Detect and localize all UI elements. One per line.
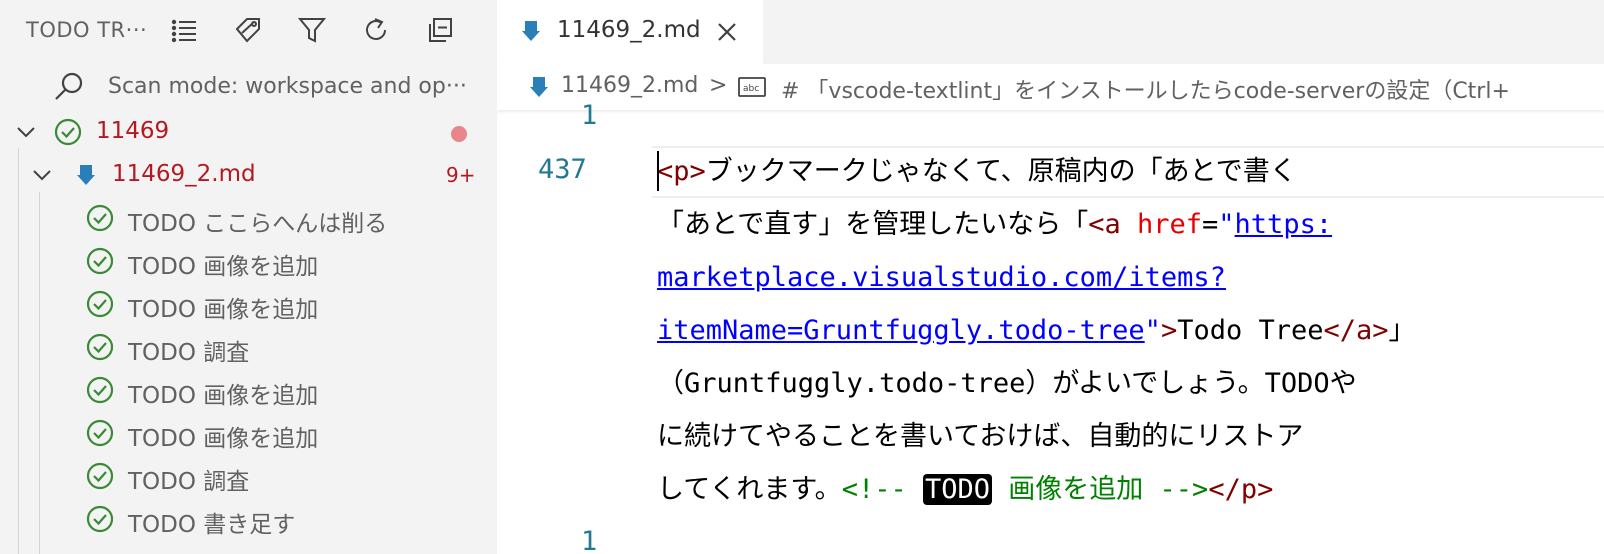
todo-item[interactable]: TODO ここらへんは削る bbox=[0, 196, 497, 240]
todo-label: TODO 画像を追加 bbox=[128, 254, 319, 280]
html-tag: </p> bbox=[1208, 474, 1274, 505]
code-punct: " bbox=[1144, 315, 1161, 346]
code-text: （Gruntfuggly.todo-tree）がよいでしょう。TODOや bbox=[657, 368, 1357, 399]
filter-icon[interactable] bbox=[294, 12, 330, 48]
markdown-file-icon bbox=[77, 165, 95, 185]
code-text: してくれます。 bbox=[657, 474, 842, 505]
code-link[interactable]: itemName=Gruntfuggly.todo-tree bbox=[657, 315, 1145, 346]
todo-item[interactable]: TODO 調査 bbox=[0, 454, 497, 498]
code-line: itemName=Gruntfuggly.todo-tree">Todo Tre… bbox=[657, 304, 1604, 357]
html-tag: > bbox=[1160, 315, 1178, 346]
breadcrumb-file[interactable]: 11469_2.md bbox=[561, 73, 698, 98]
check-circle-icon bbox=[86, 247, 114, 275]
tab-label: 11469_2.md bbox=[557, 17, 701, 43]
markdown-file-icon bbox=[530, 77, 548, 97]
tree-file-11469_2-md[interactable]: 11469_2.md 9+ bbox=[0, 153, 497, 197]
check-circle-icon bbox=[86, 290, 114, 318]
chevron-down-icon bbox=[33, 170, 51, 181]
close-icon[interactable] bbox=[715, 20, 739, 44]
line-number-partial: 1 bbox=[581, 100, 598, 131]
todo-count-badge: 9+ bbox=[446, 163, 476, 187]
todo-item[interactable]: TODO 画像を追加 bbox=[0, 368, 497, 412]
todo-item[interactable]: TODO 画像を追加 bbox=[0, 411, 497, 455]
code-line: （Gruntfuggly.todo-tree）がよいでしょう。TODOや bbox=[657, 357, 1604, 410]
scan-mode-row[interactable]: Scan mode: workspace and op··· bbox=[0, 66, 497, 108]
chevron-down-icon bbox=[17, 127, 35, 138]
code-link[interactable]: marketplace.visualstudio.com/items? bbox=[657, 262, 1226, 293]
todo-tree-sidebar: TODO TR··· Scan mode: workspace and op··… bbox=[0, 0, 497, 554]
check-circle-icon bbox=[86, 505, 114, 533]
editor-area: 11469_2.md 11469_2.md > abc # 「vscode-te… bbox=[497, 0, 1604, 554]
todo-item[interactable]: TODO 画像を追加 bbox=[0, 282, 497, 326]
todo-label: TODO 画像を追加 bbox=[128, 426, 319, 452]
todo-label: TODO 調査 bbox=[128, 469, 250, 495]
code-punct: " bbox=[1218, 209, 1235, 240]
refresh-icon[interactable] bbox=[358, 12, 394, 48]
markdown-file-icon bbox=[522, 21, 540, 41]
code-text: Todo Tree bbox=[1177, 315, 1324, 346]
todo-label: TODO 画像を追加 bbox=[128, 383, 319, 409]
code-block[interactable]: <p>ブックマークじゃなくて、原稿内の「あとで書く 「あとで直す」を管理したいな… bbox=[657, 145, 1604, 516]
code-line: 「あとで直す」を管理したいなら「<a href="https: bbox=[657, 198, 1604, 251]
check-circle-icon bbox=[86, 376, 114, 404]
code-punct: = bbox=[1202, 209, 1219, 240]
html-tag: </a> bbox=[1323, 315, 1389, 346]
file-label: 11469_2.md bbox=[112, 161, 256, 187]
line-number-partial: 1 bbox=[581, 526, 598, 554]
code-text: 「あとで直す」を管理したいなら「 bbox=[657, 209, 1089, 240]
html-comment: <!-- bbox=[841, 474, 907, 505]
scan-mode-text: Scan mode: workspace and op··· bbox=[108, 74, 467, 99]
code-text: に続けてやることを書いておけば、自動的にリストア bbox=[657, 421, 1304, 452]
string-symbol-icon: abc bbox=[738, 77, 766, 97]
folder-label: 11469 bbox=[96, 118, 170, 144]
todo-label: TODO 書き足す bbox=[128, 512, 296, 538]
check-circle-icon bbox=[86, 462, 114, 490]
todo-tree-header: TODO TR··· bbox=[0, 0, 497, 60]
tag-icon[interactable] bbox=[230, 12, 266, 48]
todo-label: TODO 調査 bbox=[128, 340, 250, 366]
tab-11469_2-md[interactable]: 11469_2.md bbox=[497, 0, 763, 64]
panel-title: TODO TR··· bbox=[26, 18, 148, 42]
text-cursor bbox=[657, 151, 659, 191]
todo-item[interactable]: TODO 書き足す bbox=[0, 497, 497, 541]
search-icon bbox=[55, 72, 83, 100]
todo-label: TODO ここらへんは削る bbox=[128, 211, 388, 237]
breadcrumb: 11469_2.md > abc # 「vscode-textlint」をインス… bbox=[497, 64, 1604, 110]
check-circle-icon bbox=[86, 204, 114, 232]
line-number-current: 437 bbox=[538, 154, 587, 185]
html-comment: --> bbox=[1159, 474, 1209, 505]
collapse-all-icon[interactable] bbox=[422, 12, 458, 48]
code-line: してくれます。<!-- TODO 画像を追加 --></p> bbox=[657, 463, 1604, 516]
check-circle-icon bbox=[54, 118, 82, 146]
todo-label: TODO 画像を追加 bbox=[128, 297, 319, 323]
code-text: ブックマークじゃなくて、原稿内の「あとで書く bbox=[705, 156, 1297, 187]
modified-dot bbox=[451, 126, 467, 142]
check-circle-icon bbox=[86, 419, 114, 447]
html-tag: <p> bbox=[657, 156, 706, 187]
code-line: に続けてやることを書いておけば、自動的にリストア bbox=[657, 410, 1604, 463]
todo-item[interactable]: TODO 画像を追加 bbox=[0, 239, 497, 283]
svg-text:abc: abc bbox=[743, 84, 759, 94]
check-circle-icon bbox=[86, 333, 114, 361]
html-tag: <a bbox=[1088, 209, 1121, 240]
code-line: marketplace.visualstudio.com/items? bbox=[657, 251, 1604, 304]
html-attribute: href bbox=[1136, 209, 1203, 240]
todo-highlight: TODO bbox=[922, 474, 993, 505]
tab-bar: 11469_2.md bbox=[497, 0, 1604, 64]
html-comment: 画像を追加 bbox=[1008, 474, 1144, 505]
list-view-icon[interactable] bbox=[166, 12, 202, 48]
code-line: <p>ブックマークじゃなくて、原稿内の「あとで書く bbox=[657, 145, 1604, 198]
code-link[interactable]: https: bbox=[1235, 209, 1333, 240]
breadcrumb-separator: > bbox=[709, 73, 728, 98]
code-text: 」 bbox=[1388, 315, 1416, 346]
tree-folder-11469[interactable]: 11469 bbox=[0, 110, 497, 154]
breadcrumb-heading[interactable]: # 「vscode-textlint」をインストールしたらcode-server… bbox=[781, 73, 1510, 105]
todo-item[interactable]: TODO 調査 bbox=[0, 325, 497, 369]
